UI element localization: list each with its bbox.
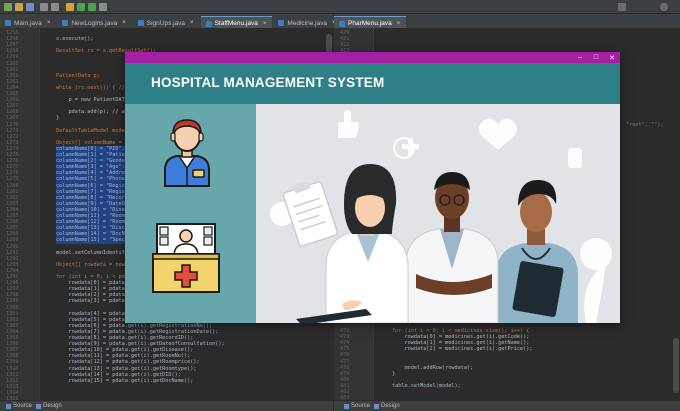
- undo-icon[interactable]: [40, 3, 48, 11]
- doctors-illustration: [256, 104, 620, 323]
- tab-label: NewLogins.java: [71, 19, 118, 27]
- java-file-icon: [205, 20, 212, 27]
- right-design-label: Design: [381, 403, 400, 409]
- right-scroll-thumb[interactable]: [673, 338, 679, 393]
- right-bottom-bar: Source Design: [334, 400, 680, 411]
- left-tab-2[interactable]: SignUps.java ×: [132, 16, 200, 28]
- code-line[interactable]: rowdata[15] = pdata.get(i).getDocName();: [56, 378, 193, 385]
- left-source-label: Source: [13, 403, 33, 409]
- redo-icon[interactable]: [51, 3, 59, 11]
- hospital-app-window: – □ ✕ HOSPITAL MANAGEMENT SYSTEM: [125, 52, 620, 323]
- ide-toolbar: [0, 0, 680, 14]
- thumbs-up-icon: [338, 110, 359, 138]
- app-header: HOSPITAL MANAGEMENT SYSTEM: [125, 63, 620, 104]
- app-sidebar: [125, 104, 256, 323]
- medicine-cabinet-icon[interactable]: [151, 222, 221, 294]
- right-source-label: Source: [351, 403, 371, 409]
- search-icon[interactable]: [660, 3, 668, 11]
- window-title-bar[interactable]: – □ ✕: [125, 52, 620, 63]
- code-line[interactable]: rowdata[3] = pdata.: [56, 298, 127, 305]
- tab-close-icon[interactable]: ×: [47, 20, 51, 26]
- code-line[interactable]: model.setColumnIdentifie: [56, 250, 131, 257]
- right-tab-0[interactable]: PharMenu.java ×: [334, 16, 407, 28]
- open-icon[interactable]: [15, 3, 23, 11]
- code-line[interactable]: table.setModel(model);: [392, 383, 461, 390]
- code-line[interactable]: "rent", "");: [626, 122, 663, 129]
- code-line[interactable]: PatientData p;: [56, 73, 100, 80]
- minimize-button[interactable]: –: [572, 52, 588, 63]
- doctors-illustration-art: [270, 110, 612, 323]
- new-file-icon[interactable]: [4, 3, 12, 11]
- left-bottom-bar: Source Design: [0, 400, 333, 411]
- right-scrollbar[interactable]: [672, 28, 680, 400]
- source-icon: [344, 403, 349, 409]
- memory-icon[interactable]: [618, 3, 626, 11]
- app-title: HOSPITAL MANAGEMENT SYSTEM: [151, 75, 385, 90]
- tab-label: Medicine.java: [287, 19, 328, 27]
- code-line[interactable]: }: [392, 371, 395, 378]
- code-line[interactable]: while (rs.next()) { // L: [56, 85, 131, 92]
- run-icon[interactable]: [77, 3, 85, 11]
- ide-screen: Main.java × NewLogins.java × SignUps.java × St…: [0, 0, 680, 411]
- pill-bottle-icon: [568, 148, 582, 168]
- design-icon: [36, 403, 42, 409]
- tab-close-icon[interactable]: ×: [397, 21, 401, 27]
- code-line[interactable]: columnName[15] = "Speci: [56, 237, 128, 245]
- left-design-label: Design: [43, 403, 62, 409]
- left-tab-4[interactable]: Medicine.java×: [273, 16, 342, 28]
- right-editor-tabs: PharMenu.java ×: [334, 14, 680, 28]
- java-file-icon: [62, 20, 69, 26]
- doctor-middle: [405, 172, 499, 323]
- tab-close-icon[interactable]: ×: [122, 20, 126, 26]
- design-icon: [374, 403, 380, 409]
- java-file-icon: [5, 20, 11, 26]
- code-line[interactable]: pdata.add(p); // add: [56, 109, 130, 116]
- java-file-icon: [339, 20, 345, 27]
- debug-icon[interactable]: [88, 3, 96, 11]
- staff-avatar-icon[interactable]: [159, 114, 215, 188]
- save-icon[interactable]: [26, 3, 34, 11]
- java-file-icon: [137, 20, 144, 26]
- tab-close-icon[interactable]: ×: [190, 20, 194, 26]
- code-line[interactable]: Object[] rowdata = new O: [56, 262, 131, 269]
- source-icon: [6, 403, 11, 409]
- right-source-tab[interactable]: Source: [344, 403, 370, 409]
- left-tab-3[interactable]: StaffMenu.java ×: [200, 16, 273, 28]
- tab-label: SignUps.java: [146, 19, 186, 27]
- code-line[interactable]: DefaultTableModel model: [56, 128, 128, 135]
- clipboard-icon: [282, 181, 339, 247]
- profile-icon[interactable]: [99, 3, 107, 11]
- left-tab-1[interactable]: NewLogins.java ×: [57, 16, 132, 28]
- code-line[interactable]: model.addRow(rowdata);: [392, 365, 473, 372]
- code-line[interactable]: p = new PatientDATA(: [56, 97, 130, 104]
- build-icon[interactable]: [66, 3, 74, 11]
- code-line[interactable]: s.execute();: [56, 36, 93, 43]
- code-line[interactable]: rowdata[2] = medicines.get(i).getPrice()…: [392, 346, 532, 353]
- left-design-tab[interactable]: Design: [36, 403, 62, 409]
- maximize-button[interactable]: □: [588, 52, 604, 63]
- heart-icon: [478, 118, 518, 150]
- code-line[interactable]: }: [56, 115, 59, 122]
- left-tab-0[interactable]: Main.java ×: [0, 16, 57, 28]
- java-file-icon: [278, 20, 285, 26]
- close-button[interactable]: ✕: [604, 52, 620, 63]
- tab-close-icon[interactable]: ×: [263, 21, 267, 27]
- tab-label: PharMenu.java: [348, 20, 392, 27]
- left-source-tab[interactable]: Source: [6, 403, 32, 409]
- doctor-right: [496, 180, 578, 323]
- right-design-tab[interactable]: Design: [374, 403, 400, 409]
- tab-label: Main.java: [14, 19, 42, 27]
- left-editor-tabs: Main.java × NewLogins.java × SignUps.java × St…: [0, 14, 342, 28]
- tab-label: StaffMenu.java: [214, 20, 258, 27]
